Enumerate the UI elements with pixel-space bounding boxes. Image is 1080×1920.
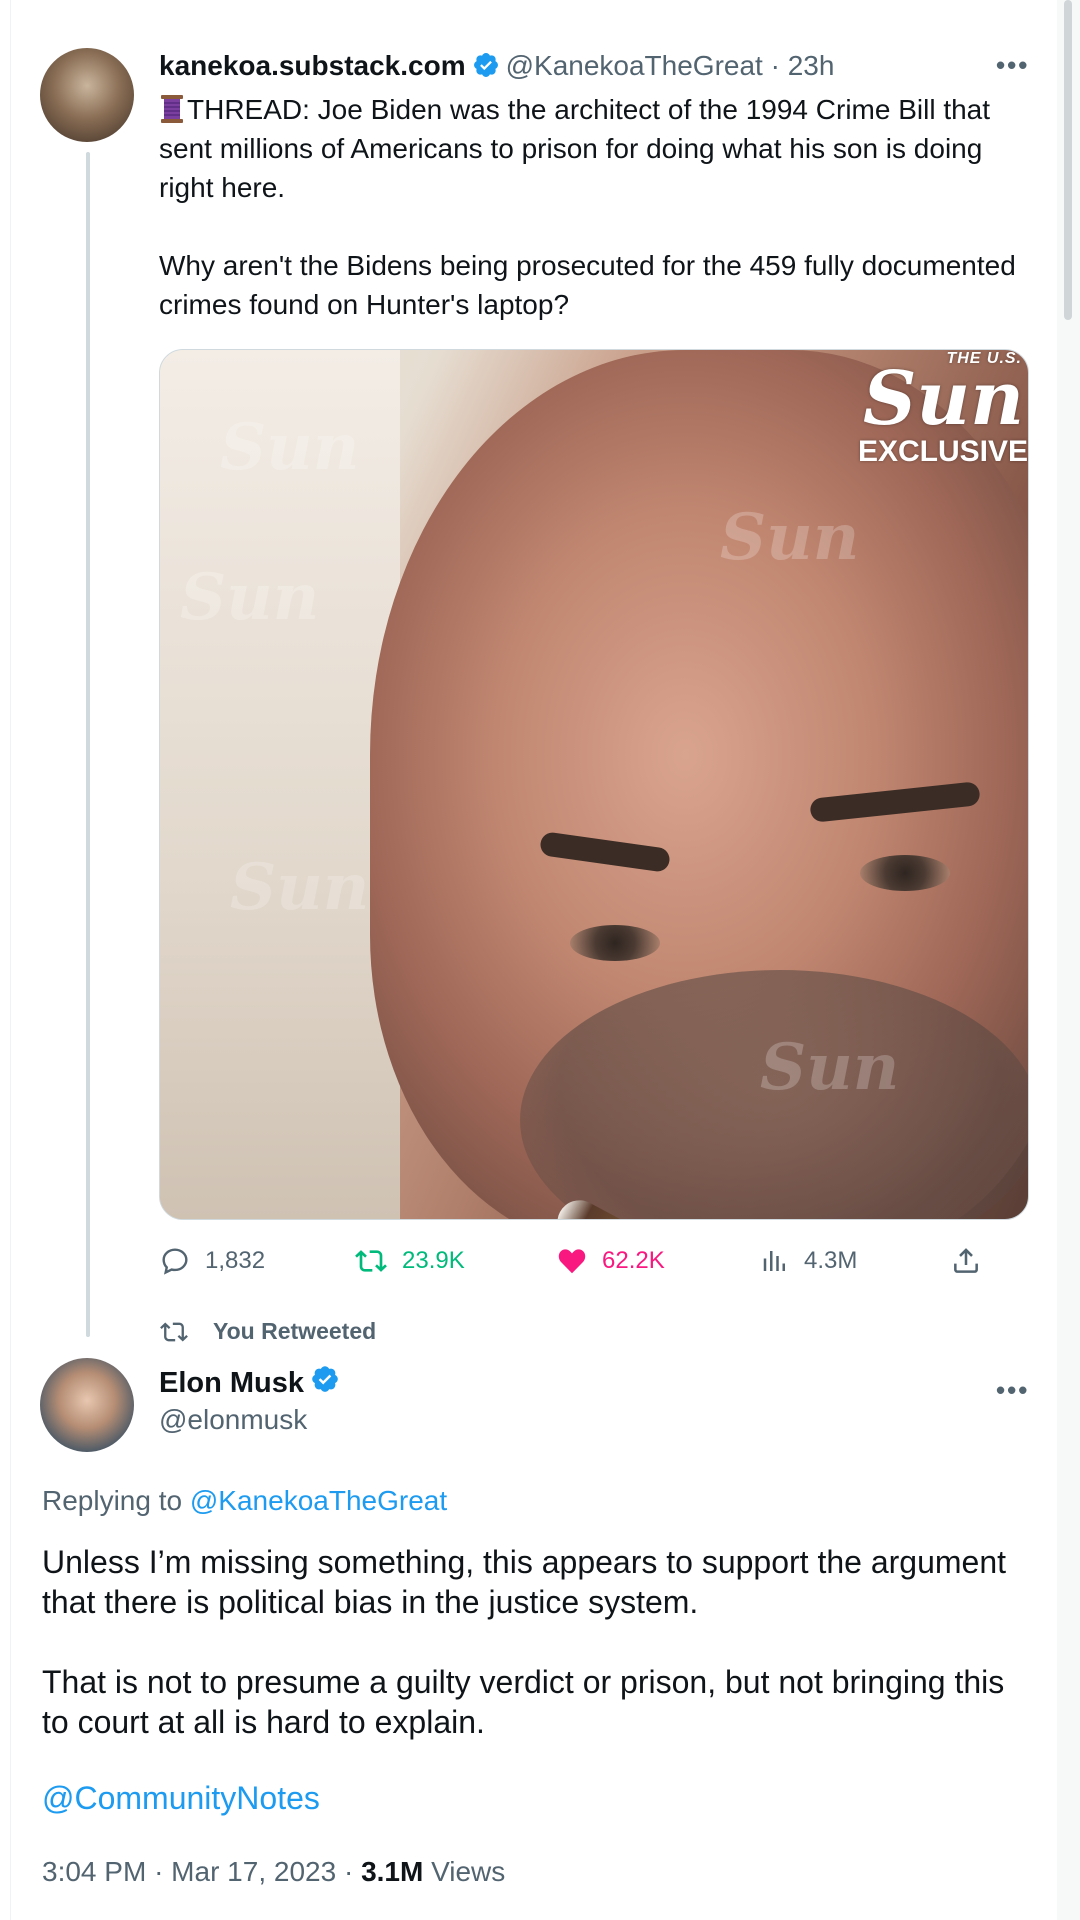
retweet-count: 23.9K bbox=[402, 1247, 465, 1274]
tweet-time[interactable]: 3:04 PM bbox=[42, 1856, 146, 1887]
thread-spool-icon bbox=[159, 94, 185, 124]
sun-logo: THE U.S. Sun EXCLUSIVE bbox=[858, 350, 1028, 470]
replying-to-link[interactable]: @KanekoaTheGreat bbox=[190, 1485, 447, 1516]
scrollbar-thumb[interactable] bbox=[1064, 0, 1072, 320]
watermark: Sun bbox=[180, 560, 320, 635]
community-notes-mention[interactable]: @CommunityNotes bbox=[42, 1780, 320, 1817]
avatar[interactable] bbox=[40, 1358, 134, 1452]
reply-icon bbox=[162, 1248, 188, 1275]
more-icon[interactable]: ••• bbox=[996, 1375, 1029, 1406]
sun-logo-big: Sun bbox=[862, 356, 1024, 442]
like-count: 62.2K bbox=[602, 1247, 665, 1274]
tweet-date[interactable]: Mar 17, 2023 bbox=[171, 1856, 336, 1887]
tweet-text: THREAD: Joe Biden was the architect of t… bbox=[159, 90, 1029, 324]
retweet-icon bbox=[355, 1250, 387, 1272]
views-count: 3.1M bbox=[361, 1856, 424, 1887]
replying-to: Replying to @KanekoaTheGreat bbox=[42, 1485, 447, 1517]
tweet-text: Unless I’m missing something, this appea… bbox=[42, 1542, 1032, 1742]
separator-dot: · bbox=[343, 1856, 362, 1887]
handle[interactable]: @KanekoaTheGreat bbox=[506, 50, 763, 81]
share-button[interactable] bbox=[950, 1244, 996, 1278]
retweet-button[interactable]: 23.9K bbox=[354, 1244, 465, 1278]
timestamp-relative[interactable]: 23h bbox=[788, 50, 835, 81]
share-icon bbox=[954, 1248, 978, 1273]
thread-connector-line bbox=[86, 152, 90, 1337]
display-name[interactable]: Elon Musk bbox=[159, 1367, 304, 1400]
display-name[interactable]: kanekoa.substack.com bbox=[159, 50, 466, 81]
replying-label: Replying to bbox=[42, 1485, 183, 1516]
more-icon[interactable]: ••• bbox=[996, 50, 1029, 81]
tweet-header: kanekoa.substack.com @KanekoaTheGreat · 2… bbox=[159, 48, 834, 88]
media-eye-left bbox=[570, 925, 660, 961]
retweeted-label: You Retweeted bbox=[213, 1318, 377, 1344]
views-icon bbox=[763, 1251, 785, 1271]
verified-badge-icon bbox=[310, 1364, 340, 1402]
watermark: Sun bbox=[230, 850, 370, 925]
like-button[interactable]: 62.2K bbox=[556, 1244, 665, 1278]
retweet-icon bbox=[160, 1322, 188, 1341]
tweet-text-line1: THREAD: Joe Biden was the architect of t… bbox=[159, 94, 991, 203]
separator-dot: · bbox=[762, 50, 788, 81]
handle[interactable]: @elonmusk bbox=[159, 1404, 307, 1436]
reply-button[interactable]: 1,832 bbox=[159, 1244, 265, 1278]
separator-dot: · bbox=[154, 1856, 172, 1887]
tweet-paragraph-2: That is not to presume a guilty verdict … bbox=[42, 1664, 1005, 1740]
tweet-media-image[interactable]: Sun Sun Sun Sun Sun THE U.S. Sun EXCLUSI… bbox=[159, 349, 1029, 1220]
views-count: 4.3M bbox=[804, 1247, 858, 1274]
avatar[interactable] bbox=[40, 48, 134, 142]
watermark: Sun bbox=[220, 410, 360, 485]
tweet-text-line2: Why aren't the Bidens being prosecuted f… bbox=[159, 250, 1016, 320]
watermark: Sun bbox=[720, 500, 860, 575]
views-button[interactable]: 4.3M bbox=[760, 1244, 857, 1278]
media-eye-right bbox=[860, 855, 950, 891]
reply-count: 1,832 bbox=[205, 1247, 266, 1274]
heart-icon bbox=[558, 1249, 586, 1274]
tweet-timestamp: 3:04 PM · Mar 17, 2023 · 3.1M Views bbox=[42, 1856, 505, 1888]
verified-badge-icon bbox=[472, 51, 500, 88]
views-label: Views bbox=[431, 1856, 506, 1887]
tweet-author: Elon Musk bbox=[159, 1364, 346, 1402]
retweeted-banner: You Retweeted bbox=[159, 1318, 376, 1345]
watermark: Sun bbox=[760, 1030, 900, 1105]
exclusive-label: EXCLUSIVE bbox=[857, 435, 1028, 468]
tweet-paragraph-1: Unless I’m missing something, this appea… bbox=[42, 1544, 1007, 1620]
